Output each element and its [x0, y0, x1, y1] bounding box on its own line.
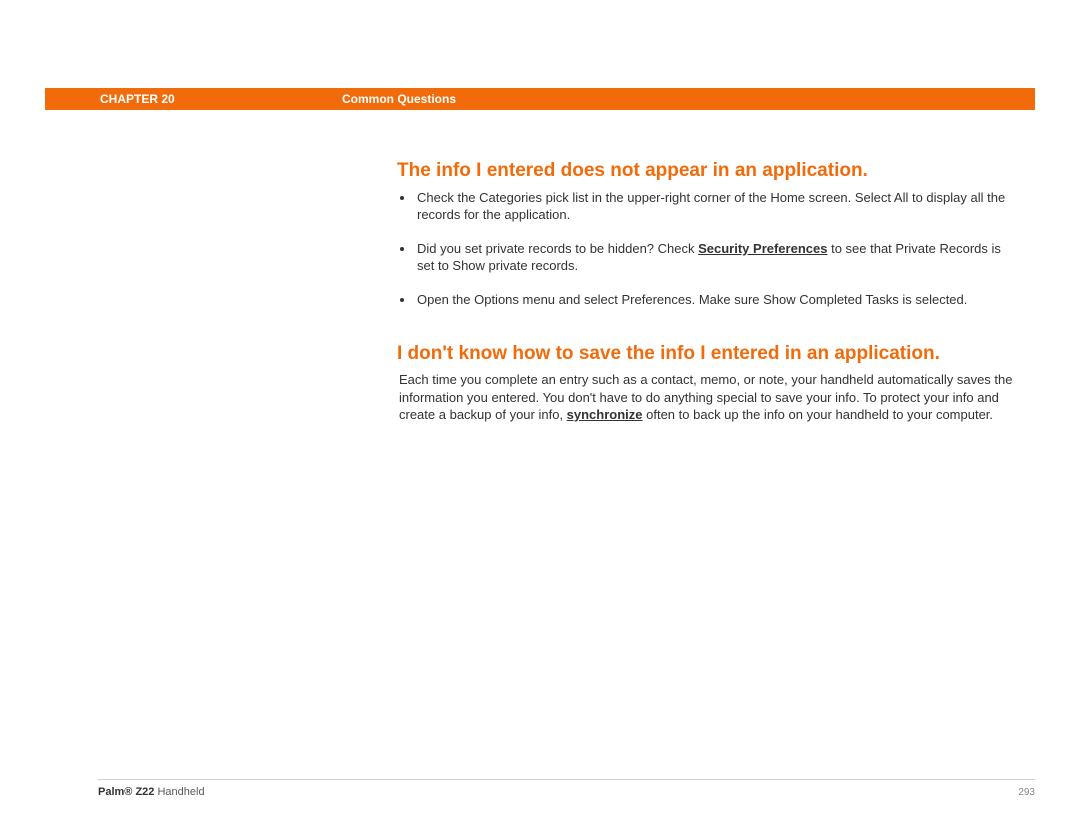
main-content: The info I entered does not appear in an… [397, 160, 1021, 424]
link-synchronize[interactable]: synchronize [567, 407, 643, 422]
footer-product-name: Palm® Z22 [98, 786, 154, 798]
chapter-label: CHAPTER 20 [100, 92, 175, 106]
bullet-list-1: Check the Categories pick list in the up… [397, 189, 1021, 309]
section-heading-1: The info I entered does not appear in an… [397, 160, 1021, 183]
link-security-preferences[interactable]: Security Preferences [698, 241, 827, 256]
footer-product-rest: Handheld [154, 786, 204, 798]
footer-page-number: 293 [1018, 787, 1035, 798]
bullet-text: Check the Categories pick list in the up… [417, 190, 1005, 223]
list-item: Open the Options menu and select Prefere… [415, 291, 1021, 309]
chapter-header-bar: CHAPTER 20 Common Questions [45, 88, 1035, 110]
section-2-paragraph: Each time you complete an entry such as … [397, 371, 1021, 424]
bullet-text-pre: Did you set private records to be hidden… [417, 241, 698, 256]
section-2: I don't know how to save the info I ente… [397, 343, 1021, 424]
page-footer: Palm® Z22 Handheld 293 [98, 779, 1035, 798]
footer-product: Palm® Z22 Handheld [98, 786, 205, 798]
chapter-title: Common Questions [342, 92, 456, 106]
section-heading-2: I don't know how to save the info I ente… [397, 343, 1021, 366]
list-item: Check the Categories pick list in the up… [415, 189, 1021, 224]
para-post: often to back up the info on your handhe… [643, 407, 994, 422]
bullet-text: Open the Options menu and select Prefere… [417, 292, 967, 307]
list-item: Did you set private records to be hidden… [415, 240, 1021, 275]
